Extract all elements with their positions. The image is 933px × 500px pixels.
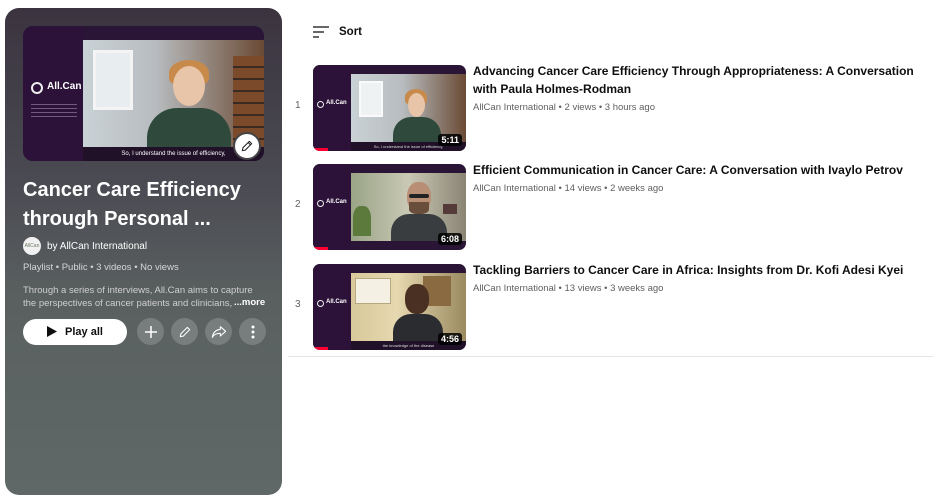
video-meta: AllCan International • 14 views • 2 week… — [473, 183, 664, 194]
playlist-thumbnail[interactable]: All.Can So, I understand the issue of ef… — [23, 26, 264, 161]
video-thumbnail[interactable]: All.Can 6:08 — [313, 164, 466, 250]
playlist-owner[interactable]: AllCan by AllCan International — [23, 237, 147, 255]
add-to-button[interactable] — [137, 318, 164, 345]
share-icon — [211, 325, 226, 338]
thumbnail-window — [359, 81, 383, 117]
thumbnail-person-head — [405, 284, 429, 314]
watch-progress-bar — [313, 347, 328, 350]
list-divider — [288, 356, 933, 357]
watch-progress-bar — [313, 148, 328, 151]
thumbnail-slide — [313, 65, 351, 151]
allcan-logo-icon — [317, 300, 324, 307]
playlist-description: Through a series of interviews, All.Can … — [23, 285, 253, 309]
playlist-meta: Playlist • Public • 3 videos • No views — [23, 262, 179, 273]
play-icon — [47, 326, 58, 337]
video-duration: 5:11 — [438, 134, 462, 146]
video-index: 2 — [295, 199, 301, 210]
playlist-header-panel: All.Can So, I understand the issue of ef… — [5, 8, 282, 495]
pencil-icon — [179, 326, 190, 337]
video-row[interactable]: 3 All.Can the knowledge of the disease 4… — [288, 261, 933, 353]
watch-progress-bar — [313, 247, 328, 250]
share-button[interactable] — [205, 318, 232, 345]
video-duration: 6:08 — [437, 233, 462, 245]
sort-button[interactable]: Sort — [313, 26, 362, 38]
thumbnail-slide — [23, 26, 83, 161]
video-index: 3 — [295, 299, 301, 310]
sort-label: Sort — [339, 26, 362, 38]
more-actions-button[interactable] — [239, 318, 266, 345]
thumbnail-person-head — [173, 66, 205, 106]
video-meta: AllCan International • 2 views • 3 hours… — [473, 102, 655, 113]
thumbnail-plant — [353, 206, 371, 236]
playlist-page: All.Can So, I understand the issue of ef… — [0, 0, 933, 500]
video-info: Tackling Barriers to Cancer Care in Afri… — [473, 261, 928, 294]
thumbnail-shelf-item — [443, 204, 457, 214]
kebab-menu-icon — [251, 325, 254, 338]
more-button[interactable]: ...more — [234, 297, 265, 308]
thumbnail-person-head — [408, 93, 425, 117]
thumbnail-logo-text: All.Can — [326, 199, 347, 205]
video-title[interactable]: Efficient Communication in Cancer Care: … — [473, 161, 928, 179]
video-duration: 4:56 — [437, 333, 462, 345]
video-info: Advancing Cancer Care Efficiency Through… — [473, 62, 928, 113]
owner-avatar[interactable]: AllCan — [23, 237, 41, 255]
thumbnail-whiteboard — [355, 278, 391, 304]
edit-button[interactable] — [171, 318, 198, 345]
thumbnail-person-body — [393, 314, 443, 341]
video-meta: AllCan International • 13 views • 3 week… — [473, 283, 664, 294]
thumbnail-person-body — [393, 117, 441, 143]
owner-name[interactable]: by AllCan International — [47, 241, 147, 252]
thumbnail-slide — [313, 264, 351, 350]
pencil-icon — [241, 140, 253, 152]
sort-icon — [313, 26, 329, 38]
thumbnail-window — [93, 50, 133, 110]
video-index: 1 — [295, 100, 301, 111]
allcan-logo-icon — [317, 101, 324, 108]
play-all-label: Play all — [65, 325, 103, 338]
video-row[interactable]: 2 All.Can 6:08 Efficient Communication i… — [288, 161, 933, 253]
playlist-title[interactable]: Cancer Care Efficiency through Personal … — [23, 176, 268, 234]
thumbnail-person-beard — [409, 202, 429, 214]
thumbnail-slide-text — [31, 104, 77, 118]
thumbnail-logo-text: All.Can — [47, 81, 82, 92]
play-all-button[interactable]: Play all — [23, 318, 127, 345]
thumbnail-logo-text: All.Can — [326, 100, 347, 106]
allcan-logo-icon — [317, 200, 324, 207]
plus-icon — [144, 325, 157, 338]
allcan-logo-icon — [31, 82, 43, 94]
playlist-actions: Play all — [23, 318, 266, 345]
thumbnail-logo-text: All.Can — [326, 299, 347, 305]
thumbnail-person-body — [147, 108, 231, 148]
video-title[interactable]: Tackling Barriers to Cancer Care in Afri… — [473, 261, 928, 279]
thumbnail-slide — [313, 164, 351, 250]
edit-thumbnail-button[interactable] — [233, 132, 261, 160]
video-thumbnail[interactable]: All.Can the knowledge of the disease 4:5… — [313, 264, 466, 350]
video-row[interactable]: 1 All.Can So, I understand the issue of … — [288, 62, 933, 154]
thumbnail-person-glasses — [409, 194, 429, 198]
video-thumbnail[interactable]: All.Can So, I understand the issue of ef… — [313, 65, 466, 151]
video-info: Efficient Communication in Cancer Care: … — [473, 161, 928, 194]
video-title[interactable]: Advancing Cancer Care Efficiency Through… — [473, 62, 928, 98]
